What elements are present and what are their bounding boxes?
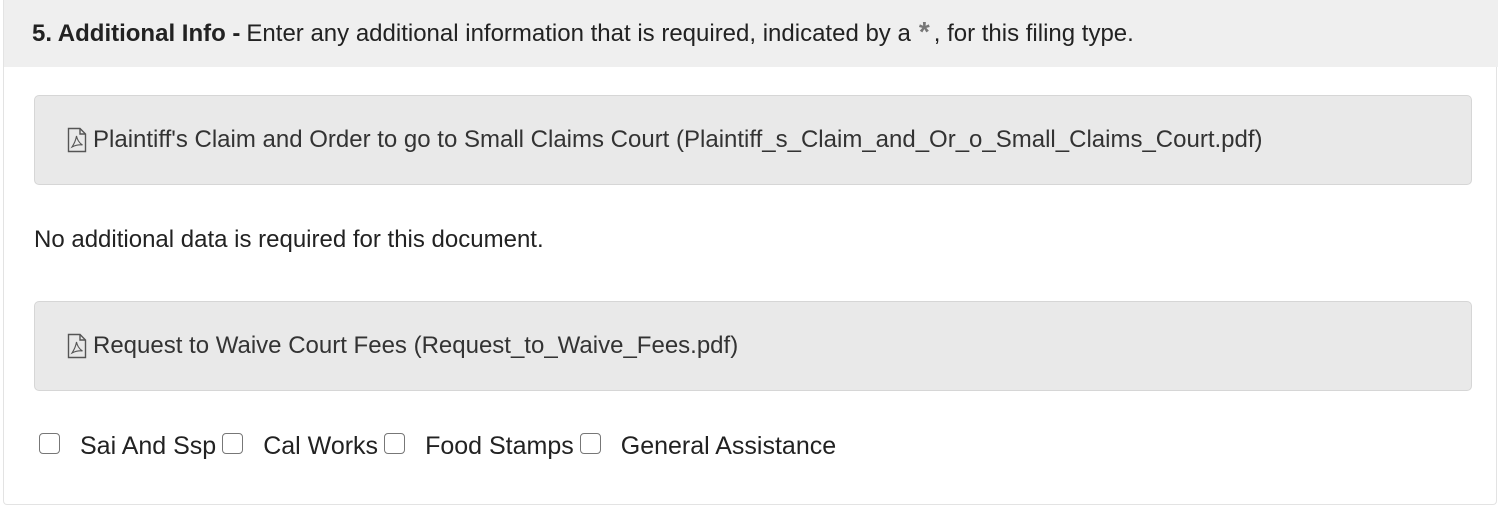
assistance-checkbox-group: Sai And Ssp Cal Works Food Stamps Genera…: [39, 432, 836, 461]
section-title: 5. Additional Info -: [32, 19, 241, 47]
checkbox[interactable]: [384, 433, 406, 454]
document-header-claim: Plaintiff's Claim and Order to go to Sma…: [34, 95, 1472, 185]
section-header: 5. Additional Info - Enter any additiona…: [4, 0, 1498, 67]
checkbox[interactable]: [222, 433, 244, 454]
no-data-message: No additional data is required for this …: [34, 226, 544, 253]
checkbox[interactable]: [579, 433, 601, 454]
document-title: Plaintiff's Claim and Order to go to Sma…: [93, 126, 1263, 153]
additional-info-panel: 5. Additional Info - Enter any additiona…: [3, 0, 1498, 505]
section-instruction: Enter any additional information that is…: [246, 19, 911, 47]
checkbox-label: Cal Works: [263, 432, 379, 460]
checkbox-label: Food Stamps: [425, 432, 574, 460]
required-marker: *: [918, 15, 930, 47]
document-title: Request to Waive Court Fees (Request_to_…: [93, 332, 739, 359]
pdf-file-icon: [67, 127, 87, 153]
checkbox-label: Sai And Ssp: [80, 432, 217, 460]
section-instruction-suffix: , for this filing type.: [933, 19, 1134, 47]
checkbox-food-stamps[interactable]: Food Stamps: [378, 432, 574, 461]
document-header-fee-waiver: Request to Waive Court Fees (Request_to_…: [34, 301, 1472, 391]
checkbox-label: General Assistance: [620, 432, 837, 460]
checkbox-general-assistance[interactable]: General Assistance: [574, 432, 836, 461]
checkbox-sai-and-ssp[interactable]: Sai And Ssp: [39, 432, 216, 461]
checkbox-cal-works[interactable]: Cal Works: [216, 432, 378, 461]
checkbox[interactable]: [39, 433, 60, 454]
pdf-file-icon: [67, 333, 87, 359]
